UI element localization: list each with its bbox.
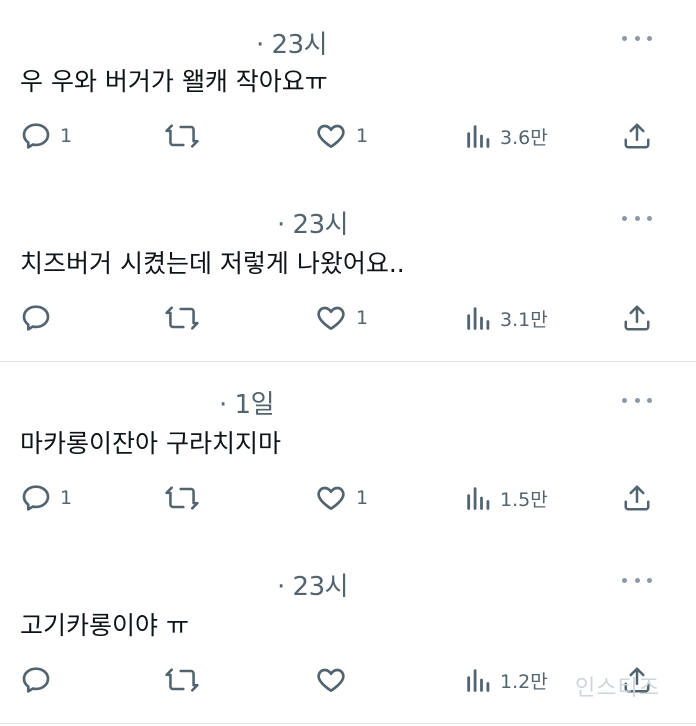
views-icon (467, 125, 490, 148)
more-icon[interactable] (622, 34, 652, 42)
tweet-text: 치즈버거 시켰는데 저렇게 나왔어요.. (20, 249, 405, 278)
tweet-time[interactable]: · 23시 (277, 204, 349, 241)
views-button[interactable]: 1.5만 (464, 478, 548, 518)
watermark: 인스티즈 (575, 676, 660, 701)
like-count: 1 (356, 125, 369, 147)
like-button[interactable]: 1 (314, 478, 368, 518)
tweet[interactable]: · 23시 우 우와 버거가 왤캐 작아요ㅠ 1 1 3.6만 (0, 0, 696, 180)
reply-button[interactable]: 1 (20, 116, 72, 156)
views-count: 3.1만 (500, 308, 548, 331)
reply-icon (22, 667, 50, 693)
share-icon (624, 305, 650, 331)
like-button[interactable] (314, 660, 356, 700)
like-button[interactable]: 1 (314, 298, 368, 338)
like-count: 1 (356, 487, 369, 509)
tweet-time[interactable]: · 23시 (277, 566, 349, 603)
share-button[interactable] (622, 478, 652, 518)
retweet-button[interactable] (164, 660, 208, 700)
tweet-time[interactable]: · 1일 (219, 384, 275, 421)
reply-icon (22, 305, 50, 331)
retweet-icon (165, 124, 199, 148)
retweet-button[interactable] (164, 116, 208, 156)
share-button[interactable] (622, 298, 652, 338)
reply-icon (22, 485, 50, 511)
views-icon (467, 487, 490, 510)
tweet-actions: 1 1 3.6만 (0, 116, 696, 156)
tweet-time[interactable]: · 23시 (256, 24, 328, 61)
retweet-icon (165, 668, 199, 692)
retweet-icon (165, 306, 199, 330)
heart-icon (317, 668, 345, 692)
reply-button[interactable] (20, 298, 60, 338)
views-count: 3.6만 (500, 126, 548, 149)
more-icon[interactable] (622, 396, 652, 404)
heart-icon (317, 306, 345, 330)
tweet-text: 우 우와 버거가 왤캐 작아요ㅠ (20, 67, 328, 96)
tweet-text: 고기카롱이야 ㅠ (20, 611, 189, 640)
views-count: 1.5만 (500, 488, 548, 511)
thread-divider (0, 723, 696, 724)
tweet[interactable]: · 23시 치즈버거 시켰는데 저렇게 나왔어요.. 1 3.1만 (0, 180, 696, 360)
share-icon (624, 123, 650, 149)
share-icon (624, 485, 650, 511)
retweet-button[interactable] (164, 298, 208, 338)
more-icon[interactable] (622, 214, 652, 222)
like-button[interactable]: 1 (314, 116, 368, 156)
more-icon[interactable] (622, 576, 652, 584)
retweet-icon (165, 486, 199, 510)
tweet-actions: 1 1 1.5만 (0, 478, 696, 518)
reply-button[interactable]: 1 (20, 478, 72, 518)
retweet-button[interactable] (164, 478, 208, 518)
views-icon (467, 669, 490, 692)
tweet-text: 마카롱이잔아 구라치지마 (20, 429, 281, 458)
reply-count: 1 (60, 487, 73, 509)
views-count: 1.2만 (500, 670, 548, 693)
reply-count: 1 (60, 125, 73, 147)
views-icon (467, 307, 490, 330)
reply-button[interactable] (20, 660, 60, 700)
like-count: 1 (356, 307, 369, 329)
share-button[interactable] (622, 116, 652, 156)
reply-icon (22, 123, 50, 149)
heart-icon (317, 124, 345, 148)
tweet[interactable]: · 1일 마카롱이잔아 구라치지마 1 1 1.5만 (0, 362, 696, 542)
heart-icon (317, 486, 345, 510)
views-button[interactable]: 3.1만 (464, 298, 548, 338)
views-button[interactable]: 3.6만 (464, 116, 548, 156)
views-button[interactable]: 1.2만 (464, 660, 548, 700)
tweet-actions: 1 3.1만 (0, 298, 696, 338)
